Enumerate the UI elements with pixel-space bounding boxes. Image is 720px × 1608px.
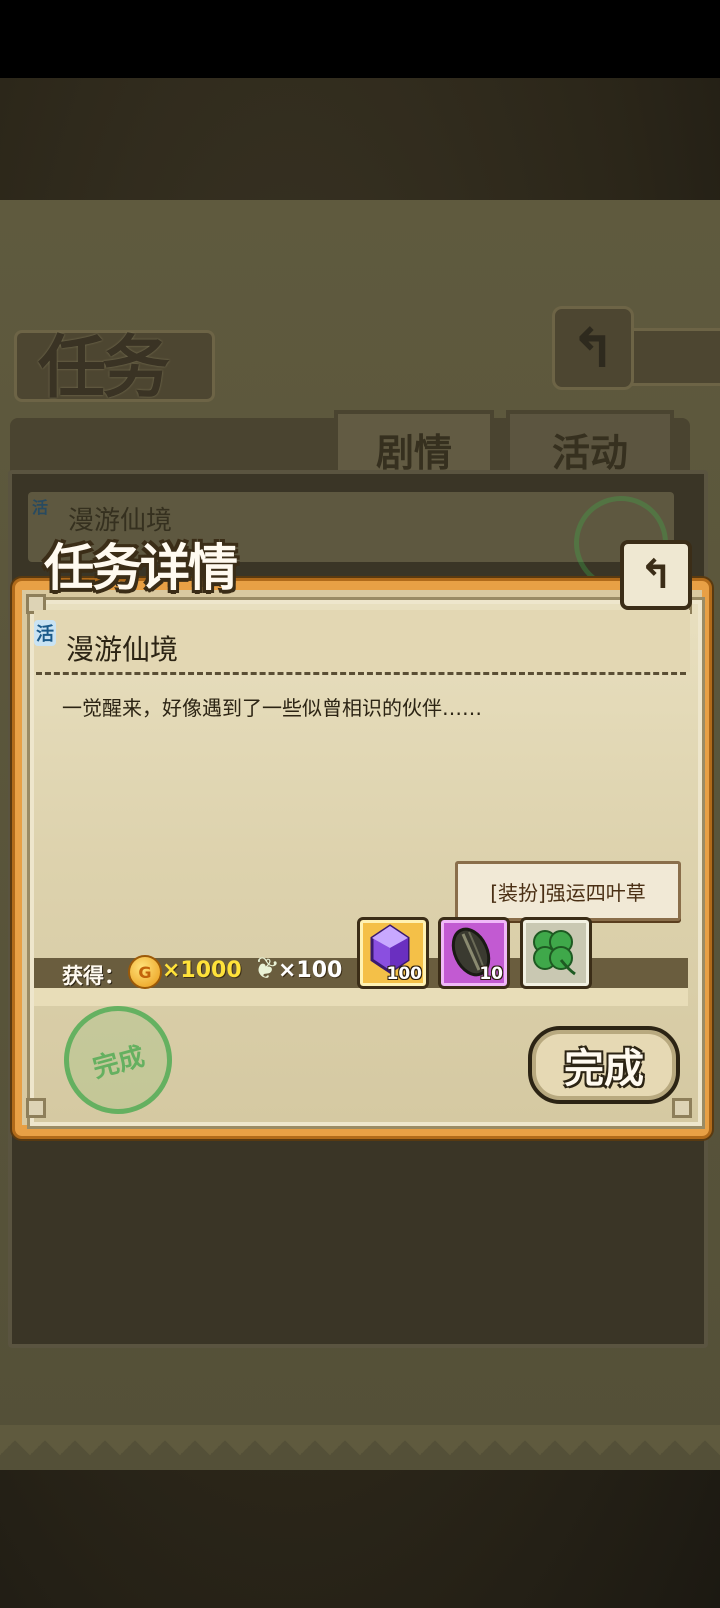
mission-description: 一觉醒来，好像遇到了一些似曾相识的伙伴……	[62, 696, 482, 720]
complete-button[interactable]: 完成	[528, 1026, 680, 1104]
feather-amount: ×100	[278, 958, 343, 983]
event-badge: 活	[32, 498, 49, 517]
item-count: 100	[386, 964, 423, 984]
page-title: 任务	[38, 328, 170, 408]
coin-amount: ×1000	[162, 958, 242, 983]
item-count: 10	[479, 964, 503, 984]
divider	[36, 672, 686, 675]
reward-item-clover[interactable]	[520, 917, 592, 989]
mission-name: 漫游仙境	[66, 633, 179, 666]
event-badge: 活	[34, 620, 56, 646]
coin-icon: G	[128, 955, 162, 989]
modal-title: 任务详情	[44, 538, 238, 597]
reward-item-seed[interactable]: 10	[438, 917, 510, 989]
return-arrow-icon: ↰	[639, 552, 673, 598]
board-zigzag-bottom	[0, 1425, 720, 1455]
frame-corner	[672, 1098, 692, 1118]
frame-corner	[26, 1098, 46, 1118]
modal-back-button[interactable]: ↰	[620, 540, 692, 610]
return-arrow-icon: ↰	[570, 316, 616, 380]
header-bar	[625, 328, 720, 386]
board-zigzag-top	[0, 200, 720, 230]
item-tooltip: [装扮]强运四叶草	[455, 861, 681, 921]
reward-label: 获得：	[62, 964, 125, 988]
reward-bar-underlay	[34, 988, 688, 1006]
back-button[interactable]: ↰	[552, 306, 634, 390]
four-leaf-clover-icon	[533, 930, 576, 976]
reward-item-crystal[interactable]: 100	[357, 917, 429, 989]
